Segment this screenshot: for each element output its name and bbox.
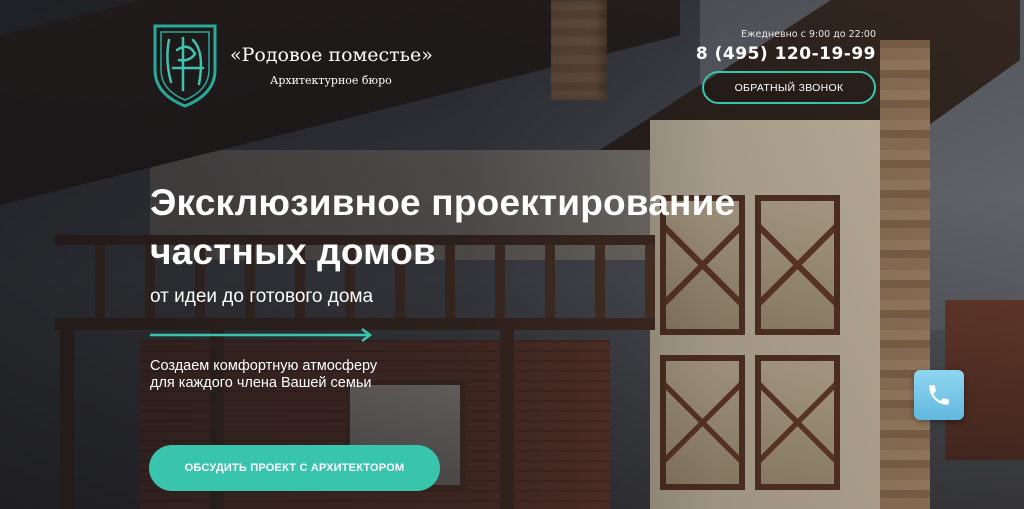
- brand-name: «Родовое поместье»: [230, 44, 433, 66]
- decorative-arrow-divider: [150, 328, 372, 342]
- hero-description: Создаем комфортную атмосферу для каждого…: [150, 358, 377, 392]
- brand-logo[interactable]: [149, 20, 221, 108]
- phone-number[interactable]: 8 (495) 120-19-99: [696, 44, 876, 64]
- hero-subheadline: от идеи до готового дома: [150, 286, 374, 307]
- hero-headline: Эксклюзивное проектирование частных домо…: [150, 178, 735, 276]
- callback-button[interactable]: ОБРАТНЫЙ ЗВОНОК: [702, 71, 876, 104]
- monogram-shield-icon: [153, 24, 217, 108]
- brand-subtitle: Архитектурное бюро: [270, 74, 392, 87]
- working-hours: Ежедневно с 9:00 до 22:00: [740, 29, 876, 40]
- phone-icon: [929, 385, 949, 405]
- floating-call-button[interactable]: [914, 370, 964, 420]
- hero-headline-line2: частных домов: [150, 231, 436, 272]
- hero-description-line1: Создаем комфортную атмосферу: [150, 358, 378, 374]
- hero-headline-line1: Эксклюзивное проектирование: [150, 182, 736, 223]
- discuss-project-button[interactable]: ОБСУДИТЬ ПРОЕКТ С АРХИТЕКТОРОМ: [149, 445, 440, 491]
- hero-description-line2: для каждого члена Вашей семьи: [150, 375, 372, 391]
